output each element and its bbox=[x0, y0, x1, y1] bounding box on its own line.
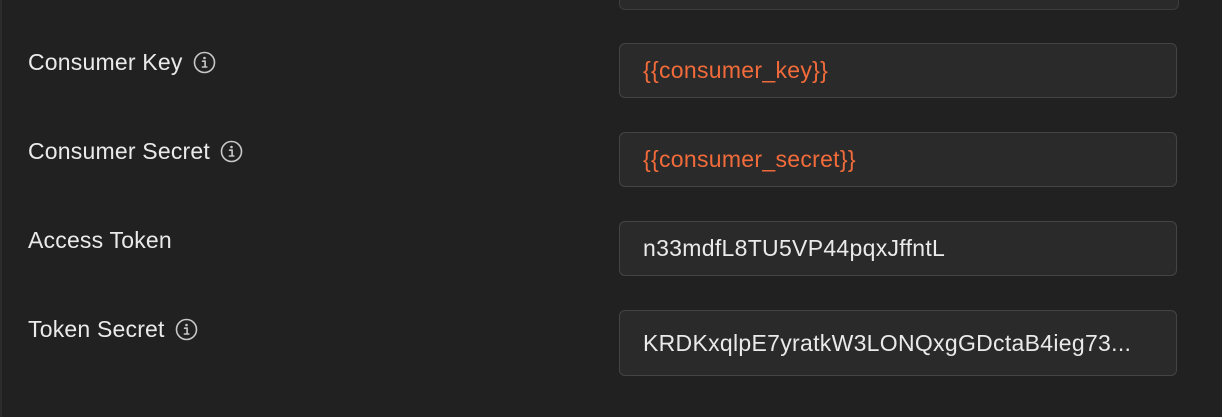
panel-left-border bbox=[0, 0, 2, 417]
access-token-input[interactable]: n33mdfL8TU5VP44pqxJffntL bbox=[619, 221, 1177, 276]
consumer-secret-value: {{consumer_secret}} bbox=[643, 146, 856, 172]
access-token-label-group: Access Token bbox=[28, 227, 172, 254]
access-token-value: n33mdfL8TU5VP44pqxJffntL bbox=[643, 235, 946, 261]
consumer-secret-input[interactable]: {{consumer_secret}} bbox=[619, 132, 1177, 187]
access-token-label: Access Token bbox=[28, 227, 172, 253]
consumer-key-label-group: Consumer Key bbox=[28, 49, 216, 76]
consumer-key-value: {{consumer_key}} bbox=[643, 57, 829, 83]
token-secret-label-group: Token Secret bbox=[28, 316, 198, 343]
consumer-key-label: Consumer Key bbox=[28, 49, 183, 75]
consumer-key-input[interactable]: {{consumer_key}} bbox=[619, 43, 1177, 98]
token-secret-value: KRDKxqlpE7yratkW3LONQxgGDctaB4ieg73... bbox=[643, 329, 1132, 356]
token-secret-label: Token Secret bbox=[28, 316, 165, 342]
info-icon[interactable] bbox=[175, 318, 198, 341]
token-secret-input[interactable]: KRDKxqlpE7yratkW3LONQxgGDctaB4ieg73... bbox=[619, 310, 1177, 376]
consumer-secret-label: Consumer Secret bbox=[28, 138, 210, 164]
previous-field-input[interactable] bbox=[619, 0, 1179, 10]
info-icon[interactable] bbox=[220, 140, 243, 163]
info-icon[interactable] bbox=[193, 51, 216, 74]
oauth1-credentials-panel: Consumer Key {{consumer_key}} Consumer S… bbox=[0, 0, 1222, 417]
consumer-secret-label-group: Consumer Secret bbox=[28, 138, 243, 165]
